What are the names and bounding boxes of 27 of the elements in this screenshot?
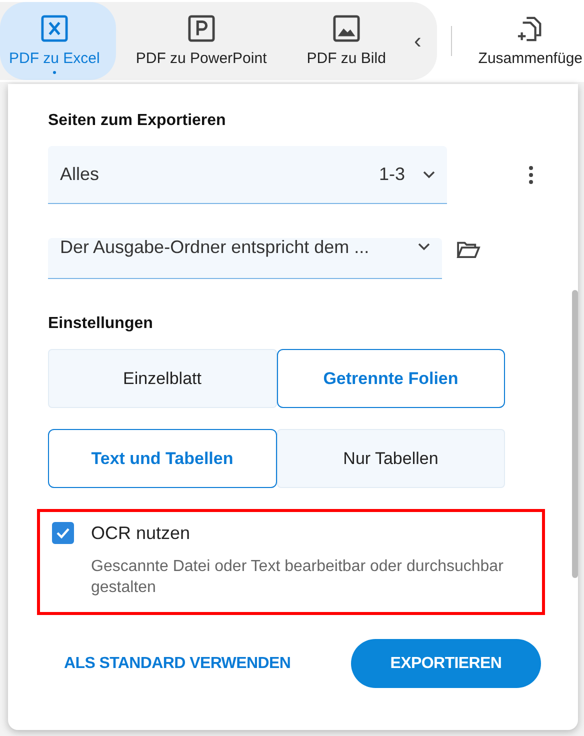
segment-option[interactable]: Text und Tabellen — [48, 429, 276, 488]
segment-option[interactable]: Nur Tabellen — [276, 429, 505, 488]
toolbar-tab[interactable]: PDF zu PowerPoint — [116, 2, 287, 80]
output-folder-dropdown[interactable]: Der Ausgabe-Ordner entspricht dem ... — [48, 238, 442, 279]
chevron-down-icon — [418, 243, 430, 251]
check-icon — [56, 527, 70, 539]
ocr-description: Gescannte Datei oder Text bearbeitbar oder durchsuchbar gestalten — [91, 557, 504, 598]
section-label: Seiten zum Exportieren — [48, 112, 227, 130]
presentation-icon — [188, 15, 215, 42]
spreadsheet-icon — [40, 15, 68, 42]
chevron-down-icon — [423, 170, 435, 178]
segment-option[interactable]: Getrennte Folien — [276, 349, 505, 408]
section-label: Einstellungen — [48, 315, 154, 333]
pages-dropdown[interactable]: Alles 1-3 — [48, 146, 447, 204]
export-button[interactable]: EXPORTIEREN — [351, 639, 541, 688]
toolbar-tab[interactable]: PDF zu Bild — [286, 2, 406, 80]
more-icon[interactable] — [529, 166, 533, 184]
segment-option[interactable]: Einzelblatt — [48, 349, 276, 408]
merge-tool[interactable]: Zusammenfüge — [466, 2, 582, 80]
image-icon — [332, 15, 360, 42]
scrollbar[interactable] — [572, 290, 578, 578]
collapse-button[interactable]: ‹ — [410, 28, 426, 54]
ocr-checkbox[interactable] — [52, 522, 74, 544]
merge-documents-icon — [516, 15, 544, 42]
checkbox-label: OCR nutzen — [91, 522, 190, 544]
set-default-button[interactable]: ALS STANDARD VERWENDEN — [46, 646, 309, 680]
folder-icon[interactable] — [456, 240, 481, 259]
